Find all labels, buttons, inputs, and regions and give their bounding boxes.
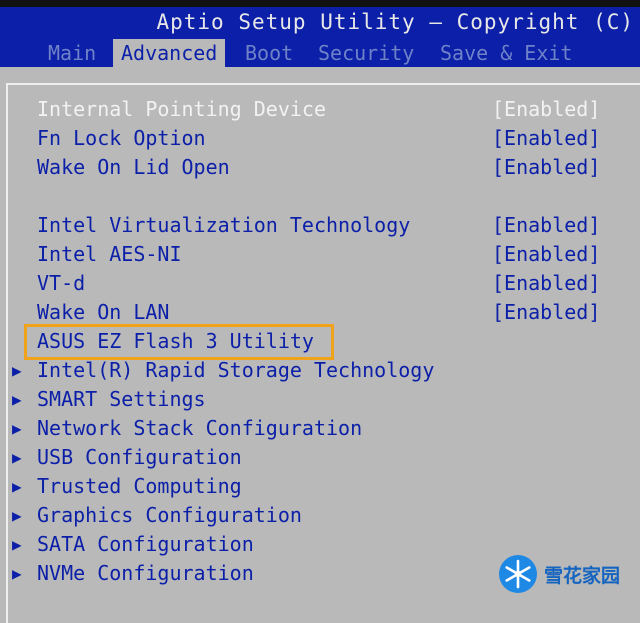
tab-security[interactable]: Security (318, 39, 414, 67)
setting-label: Fn Lock Option (37, 126, 206, 150)
tab-save-exit[interactable]: Save & Exit (440, 39, 572, 67)
submenu-arrow-icon: ▶ (12, 564, 22, 583)
top-edge-strip (0, 0, 640, 7)
setting-label: VT-d (37, 271, 86, 295)
submenu-label: SATA Configuration (37, 532, 254, 556)
watermark-text: 雪花家园 (544, 564, 621, 587)
app-title: Aptio Setup Utility – Copyright (C) (156, 10, 634, 34)
submenu-network-stack[interactable]: ▶ Network Stack Configuration (0, 414, 640, 443)
submenu-label: SMART Settings (37, 387, 206, 411)
submenu-label: Graphics Configuration (37, 503, 302, 527)
snowflake-logo-icon (499, 555, 537, 593)
submenu-smart-settings[interactable]: ▶ SMART Settings (0, 385, 640, 414)
submenu-arrow-icon: ▶ (12, 390, 22, 409)
setting-value[interactable]: [Enabled] (492, 298, 600, 327)
setting-wake-on-lid-open[interactable]: Wake On Lid Open [Enabled] (0, 153, 640, 182)
setting-internal-pointing-device[interactable]: Internal Pointing Device [Enabled] (0, 95, 640, 124)
submenu-label: Trusted Computing (37, 474, 242, 498)
setting-intel-aes-ni[interactable]: Intel AES-NI [Enabled] (0, 240, 640, 269)
highlight-box (24, 324, 334, 360)
watermark: 雪花家园 (498, 548, 640, 600)
setting-vt-d[interactable]: VT-d [Enabled] (0, 269, 640, 298)
submenu-usb-configuration[interactable]: ▶ USB Configuration (0, 443, 640, 472)
tab-boot[interactable]: Boot (245, 39, 293, 67)
setting-wake-on-lan[interactable]: Wake On LAN [Enabled] (0, 298, 640, 327)
submenu-trusted-computing[interactable]: ▶ Trusted Computing (0, 472, 640, 501)
setting-value[interactable]: [Enabled] (492, 124, 600, 153)
tab-advanced[interactable]: Advanced (113, 39, 226, 67)
setting-label: Internal Pointing Device (37, 97, 326, 121)
submenu-graphics-configuration[interactable]: ▶ Graphics Configuration (0, 501, 640, 530)
setting-label: Intel AES-NI (37, 242, 182, 266)
submenu-label: Intel(R) Rapid Storage Technology (37, 358, 435, 382)
setting-label: Wake On LAN (37, 300, 170, 324)
setting-intel-virtualization[interactable]: Intel Virtualization Technology [Enabled… (0, 211, 640, 240)
submenu-arrow-icon: ▶ (12, 448, 22, 467)
submenu-arrow-icon: ▶ (12, 535, 22, 554)
setting-label: Intel Virtualization Technology (37, 213, 411, 237)
submenu-arrow-icon: ▶ (12, 419, 22, 438)
submenu-label: Network Stack Configuration (37, 416, 363, 440)
submenu-arrow-icon: ▶ (12, 477, 22, 496)
setting-label: Wake On Lid Open (37, 155, 230, 179)
setting-fn-lock-option[interactable]: Fn Lock Option [Enabled] (0, 124, 640, 153)
tab-main[interactable]: Main (48, 39, 96, 67)
setting-value[interactable]: [Enabled] (492, 95, 600, 124)
submenu-arrow-icon: ▶ (12, 361, 22, 380)
submenu-label: NVMe Configuration (37, 561, 254, 585)
submenu-intel-rapid-storage[interactable]: ▶ Intel(R) Rapid Storage Technology (0, 356, 640, 385)
settings-panel: Internal Pointing Device [Enabled] Fn Lo… (0, 67, 640, 623)
setting-value[interactable]: [Enabled] (492, 269, 600, 298)
submenu-arrow-icon: ▶ (12, 506, 22, 525)
bios-header: Aptio Setup Utility – Copyright (C) Main… (0, 7, 640, 67)
setting-value[interactable]: [Enabled] (492, 211, 600, 240)
submenu-label: USB Configuration (37, 445, 242, 469)
setting-value[interactable]: [Enabled] (492, 240, 600, 269)
setting-value[interactable]: [Enabled] (492, 153, 600, 182)
